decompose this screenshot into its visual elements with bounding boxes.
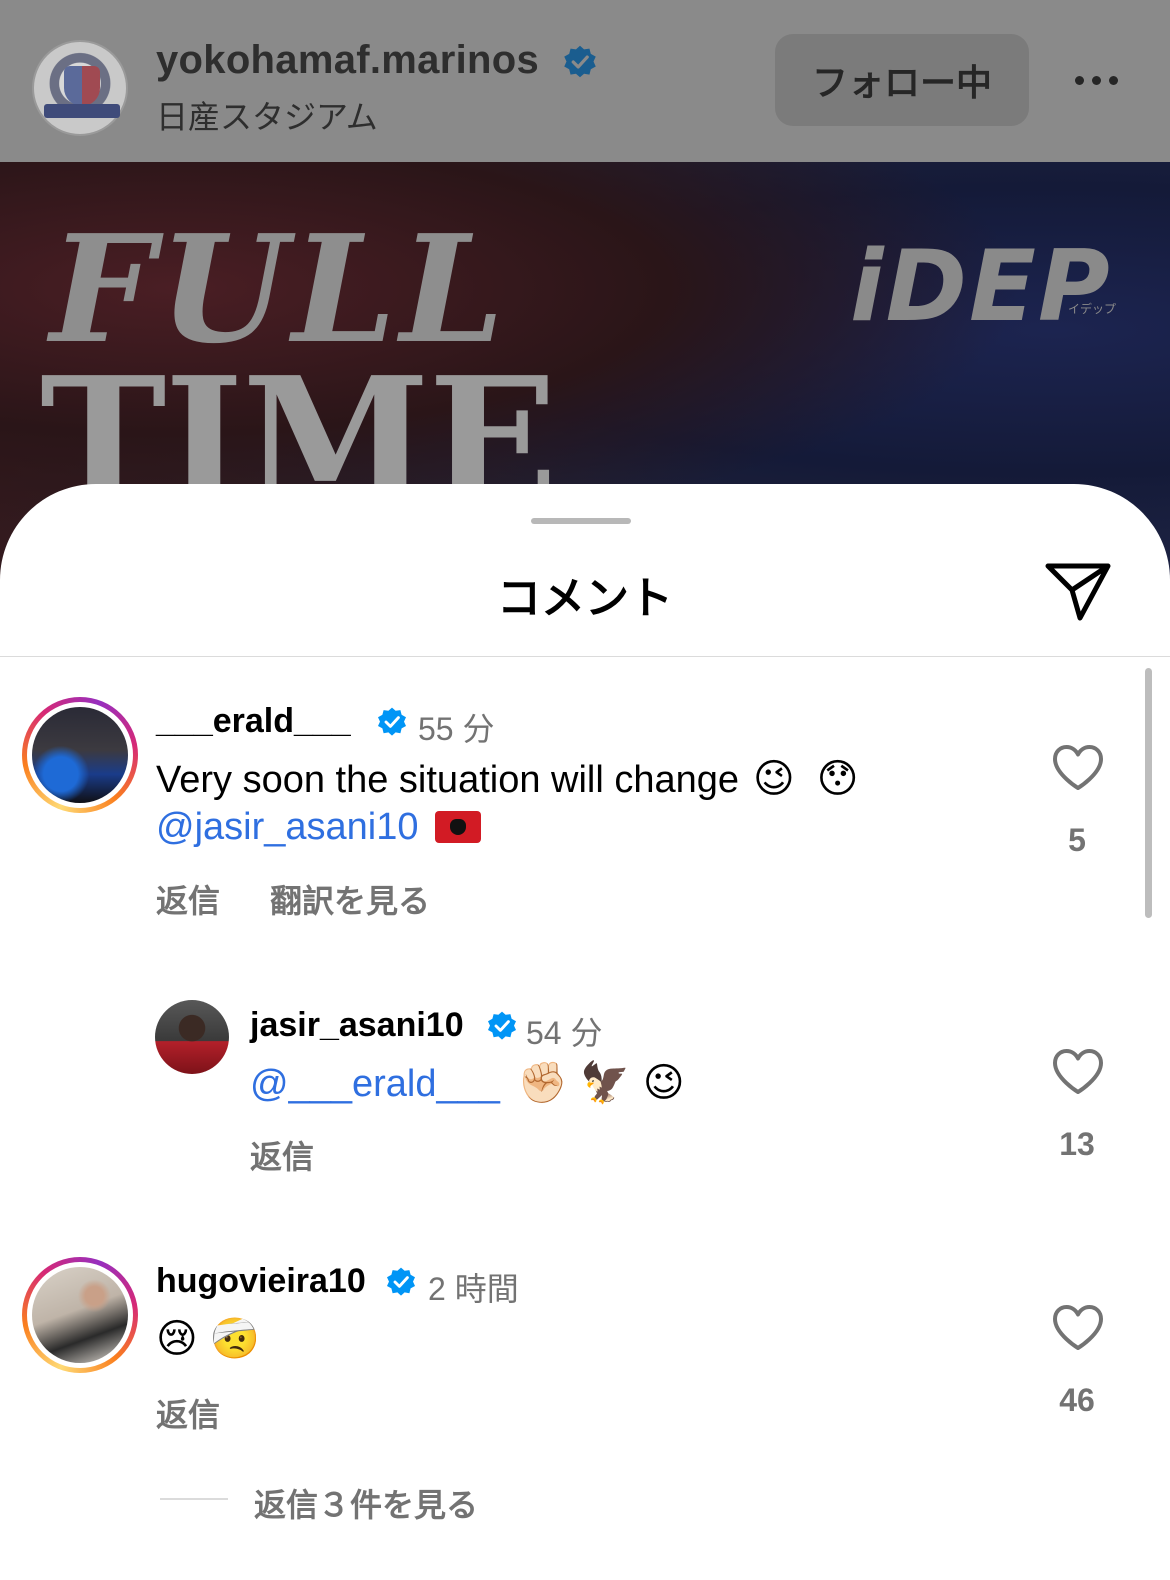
avatar — [32, 1267, 128, 1363]
verified-badge-icon — [378, 707, 406, 736]
surprised-emoji: 😯 — [816, 756, 859, 802]
club-crest-icon — [64, 66, 100, 106]
comment-text: @___erald___ ✊🏻 🦅 😉 — [250, 1058, 685, 1109]
share-icon[interactable] — [1044, 560, 1112, 622]
account-avatar[interactable] — [32, 40, 128, 136]
see-translation-button[interactable]: 翻訳を見る — [270, 876, 430, 922]
scrollbar[interactable] — [1145, 668, 1152, 918]
like-count: 5 — [1068, 822, 1086, 858]
avatar[interactable] — [155, 1000, 229, 1074]
verified-badge-icon — [564, 45, 596, 78]
reply-button[interactable]: 返信 — [250, 1132, 314, 1178]
wink-emoji: 😉 — [753, 756, 795, 802]
account-username[interactable]: yokohamaf.marinos — [156, 38, 539, 83]
avatar-story-ring[interactable] — [22, 1257, 138, 1373]
club-ribbon — [44, 104, 120, 118]
sheet-grabber[interactable] — [531, 518, 631, 524]
heart-icon[interactable] — [1051, 1304, 1105, 1352]
heart-icon[interactable] — [1051, 744, 1105, 792]
heart-icon[interactable] — [1051, 1048, 1105, 1096]
comment-text: 😢 🤕 — [156, 1314, 260, 1365]
more-icon[interactable] — [1066, 58, 1126, 102]
avatar-story-ring[interactable] — [22, 697, 138, 813]
crying-bandage-emoji: 😢 🤕 — [156, 1316, 261, 1362]
post-location[interactable]: 日産スタジアム — [156, 92, 378, 138]
like-count: 13 — [1059, 1126, 1095, 1162]
mention-link[interactable]: @___erald___ — [250, 1063, 500, 1105]
comments-sheet: コメント ___erald___ 55 分 Very soon the situ… — [0, 484, 1170, 1580]
comment-time: 2 時間 — [428, 1271, 519, 1307]
mention-link[interactable]: @jasir_asani10 — [156, 806, 419, 848]
post-header: yokohamaf.marinos 日産スタジアム フォロー中 — [0, 0, 1170, 162]
sheet-title: コメント — [497, 574, 673, 623]
sheet-divider — [0, 656, 1170, 657]
sponsor-logo: iDEP — [850, 230, 1112, 344]
comment-username[interactable]: jasir_asani10 — [250, 1006, 464, 1045]
comment-body: Very soon the situation will change — [156, 759, 740, 801]
comment-text-line2: @jasir_asani10 — [156, 802, 481, 852]
comment-text: Very soon the situation will change 😉 😯 — [156, 754, 858, 805]
verified-badge-icon — [387, 1267, 415, 1296]
verified-badge-icon — [488, 1011, 516, 1040]
comment-username[interactable]: ___erald___ — [156, 702, 351, 741]
view-replies-divider — [160, 1498, 228, 1500]
albania-flag-emoji — [434, 811, 481, 843]
following-button[interactable]: フォロー中 — [775, 34, 1029, 126]
comment-username[interactable]: hugovieira10 — [156, 1262, 366, 1301]
comment-time: 54 分 — [526, 1015, 603, 1051]
reply-button[interactable]: 返信 — [156, 1390, 220, 1436]
view-replies-button[interactable]: 返信３件を見る — [254, 1480, 478, 1526]
reply-button[interactable]: 返信 — [156, 876, 220, 922]
like-count: 46 — [1059, 1382, 1095, 1418]
comment-time: 55 分 — [418, 711, 495, 747]
avatar — [32, 707, 128, 803]
sponsor-logo-sub: イデップ — [1068, 302, 1117, 316]
fist-eagle-wink-emoji: ✊🏻 🦅 😉 — [517, 1060, 685, 1106]
